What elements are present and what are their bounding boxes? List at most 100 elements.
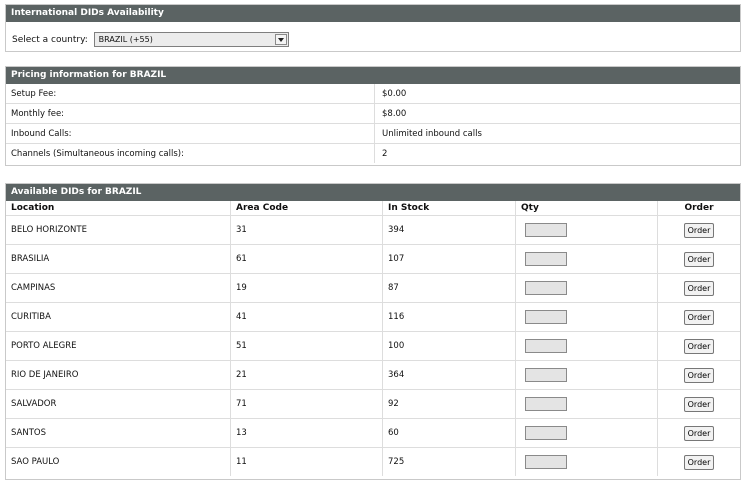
column-header-area-code: Area Code xyxy=(230,201,383,216)
qty-cell xyxy=(515,360,658,390)
order-cell: Order xyxy=(657,360,740,390)
pricing-table: Setup Fee: $0.00 Monthly fee: $8.00 Inbound … xyxy=(6,84,740,163)
qty-input[interactable] xyxy=(525,281,567,295)
order-button[interactable]: Order xyxy=(683,338,715,354)
area-code-cell: 61 xyxy=(230,244,383,274)
table-row: SANTOS 13 60 Order xyxy=(6,418,740,448)
in-stock-cell: 364 xyxy=(382,360,516,390)
qty-cell xyxy=(515,389,658,419)
order-button[interactable]: Order xyxy=(683,367,715,383)
pricing-value: Unlimited inbound calls xyxy=(374,123,740,144)
qty-cell xyxy=(515,447,658,476)
qty-cell xyxy=(515,302,658,332)
location-cell: PORTO ALEGRE xyxy=(6,331,231,361)
in-stock-cell: 725 xyxy=(382,447,516,476)
location-cell: SAO PAULO xyxy=(6,447,231,476)
table-row: BRASILIA 61 107 Order xyxy=(6,244,740,274)
country-select-label: Select a country: xyxy=(12,34,88,45)
qty-cell xyxy=(515,244,658,274)
table-row: CURITIBA 41 116 Order xyxy=(6,302,740,332)
table-row: SALVADOR 71 92 Order xyxy=(6,389,740,419)
pricing-panel: Pricing information for BRAZIL Setup Fee… xyxy=(5,66,741,166)
area-code-cell: 41 xyxy=(230,302,383,332)
column-header-qty: Qty xyxy=(515,201,658,216)
column-header-location: Location xyxy=(6,201,231,216)
page: International DIDs Availability Select a… xyxy=(0,0,750,484)
location-cell: CURITIBA xyxy=(6,302,231,332)
table-row: SAO PAULO 11 725 Order xyxy=(6,447,740,476)
area-code-cell: 71 xyxy=(230,389,383,419)
dids-panel-title: Available DIDs for BRAZIL xyxy=(6,184,740,201)
qty-input[interactable] xyxy=(525,426,567,440)
dids-table: Location Area Code In Stock Qty Order BE… xyxy=(6,201,740,476)
location-cell: BRASILIA xyxy=(6,244,231,274)
chevron-down-icon[interactable] xyxy=(274,34,287,45)
order-button[interactable]: Order xyxy=(683,280,715,296)
qty-input[interactable] xyxy=(525,252,567,266)
order-button[interactable]: Order xyxy=(683,309,715,325)
qty-cell xyxy=(515,331,658,361)
column-header-in-stock: In Stock xyxy=(382,201,516,216)
in-stock-cell: 92 xyxy=(382,389,516,419)
order-button[interactable]: Order xyxy=(683,222,715,238)
table-row: PORTO ALEGRE 51 100 Order xyxy=(6,331,740,361)
country-dropdown[interactable]: BRAZIL (+55) xyxy=(93,32,289,47)
area-code-cell: 11 xyxy=(230,447,383,476)
order-cell: Order xyxy=(657,447,740,476)
area-code-cell: 13 xyxy=(230,418,383,448)
qty-cell xyxy=(515,215,658,245)
in-stock-cell: 87 xyxy=(382,273,516,303)
order-cell: Order xyxy=(657,418,740,448)
in-stock-cell: 107 xyxy=(382,244,516,274)
order-cell: Order xyxy=(657,389,740,419)
table-row: CAMPINAS 19 87 Order xyxy=(6,273,740,303)
area-code-cell: 51 xyxy=(230,331,383,361)
location-cell: RIO DE JANEIRO xyxy=(6,360,231,390)
qty-input[interactable] xyxy=(525,223,567,237)
area-code-cell: 19 xyxy=(230,273,383,303)
qty-input[interactable] xyxy=(525,368,567,382)
qty-cell xyxy=(515,418,658,448)
qty-input[interactable] xyxy=(525,455,567,469)
dids-panel: Available DIDs for BRAZIL Location Area … xyxy=(5,183,741,480)
dids-header-row: Location Area Code In Stock Qty Order xyxy=(6,201,740,216)
order-button[interactable]: Order xyxy=(683,454,715,470)
table-row: BELO HORIZONTE 31 394 Order xyxy=(6,215,740,245)
pricing-label: Setup Fee: xyxy=(6,84,375,104)
pricing-row: Setup Fee: $0.00 xyxy=(6,84,740,104)
table-row: RIO DE JANEIRO 21 364 Order xyxy=(6,360,740,390)
country-panel: International DIDs Availability Select a… xyxy=(5,4,741,52)
pricing-value: $0.00 xyxy=(382,88,407,99)
qty-input[interactable] xyxy=(525,310,567,324)
in-stock-cell: 100 xyxy=(382,331,516,361)
location-cell: SALVADOR xyxy=(6,389,231,419)
qty-input[interactable] xyxy=(525,339,567,353)
country-panel-title: International DIDs Availability xyxy=(6,5,740,22)
pricing-value: $8.00 xyxy=(374,103,740,124)
pricing-value: 2 xyxy=(374,143,740,163)
pricing-label: Monthly fee: xyxy=(6,103,375,124)
country-dropdown-value: BRAZIL (+55) xyxy=(98,35,153,44)
area-code-cell: 21 xyxy=(230,360,383,390)
order-cell: Order xyxy=(657,215,740,245)
pricing-row: Monthly fee: $8.00 xyxy=(6,103,740,124)
order-button[interactable]: Order xyxy=(683,251,715,267)
order-cell: Order xyxy=(657,273,740,303)
pricing-row: Inbound Calls: Unlimited inbound calls xyxy=(6,123,740,144)
location-cell: BELO HORIZONTE xyxy=(6,215,231,245)
order-button[interactable]: Order xyxy=(683,425,715,441)
in-stock-cell: 60 xyxy=(382,418,516,448)
location-cell: CAMPINAS xyxy=(6,273,231,303)
location-cell: SANTOS xyxy=(6,418,231,448)
pricing-row: Channels (Simultaneous incoming calls): 2 xyxy=(6,143,740,163)
pricing-label: Inbound Calls: xyxy=(6,123,375,144)
order-button[interactable]: Order xyxy=(683,396,715,412)
area-code-cell: 31 xyxy=(230,215,383,245)
column-header-order: Order xyxy=(684,203,714,213)
order-cell: Order xyxy=(657,302,740,332)
qty-input[interactable] xyxy=(525,397,567,411)
qty-cell xyxy=(515,273,658,303)
order-cell: Order xyxy=(657,244,740,274)
in-stock-cell: 394 xyxy=(382,215,516,245)
pricing-label: Channels (Simultaneous incoming calls): xyxy=(6,143,375,163)
